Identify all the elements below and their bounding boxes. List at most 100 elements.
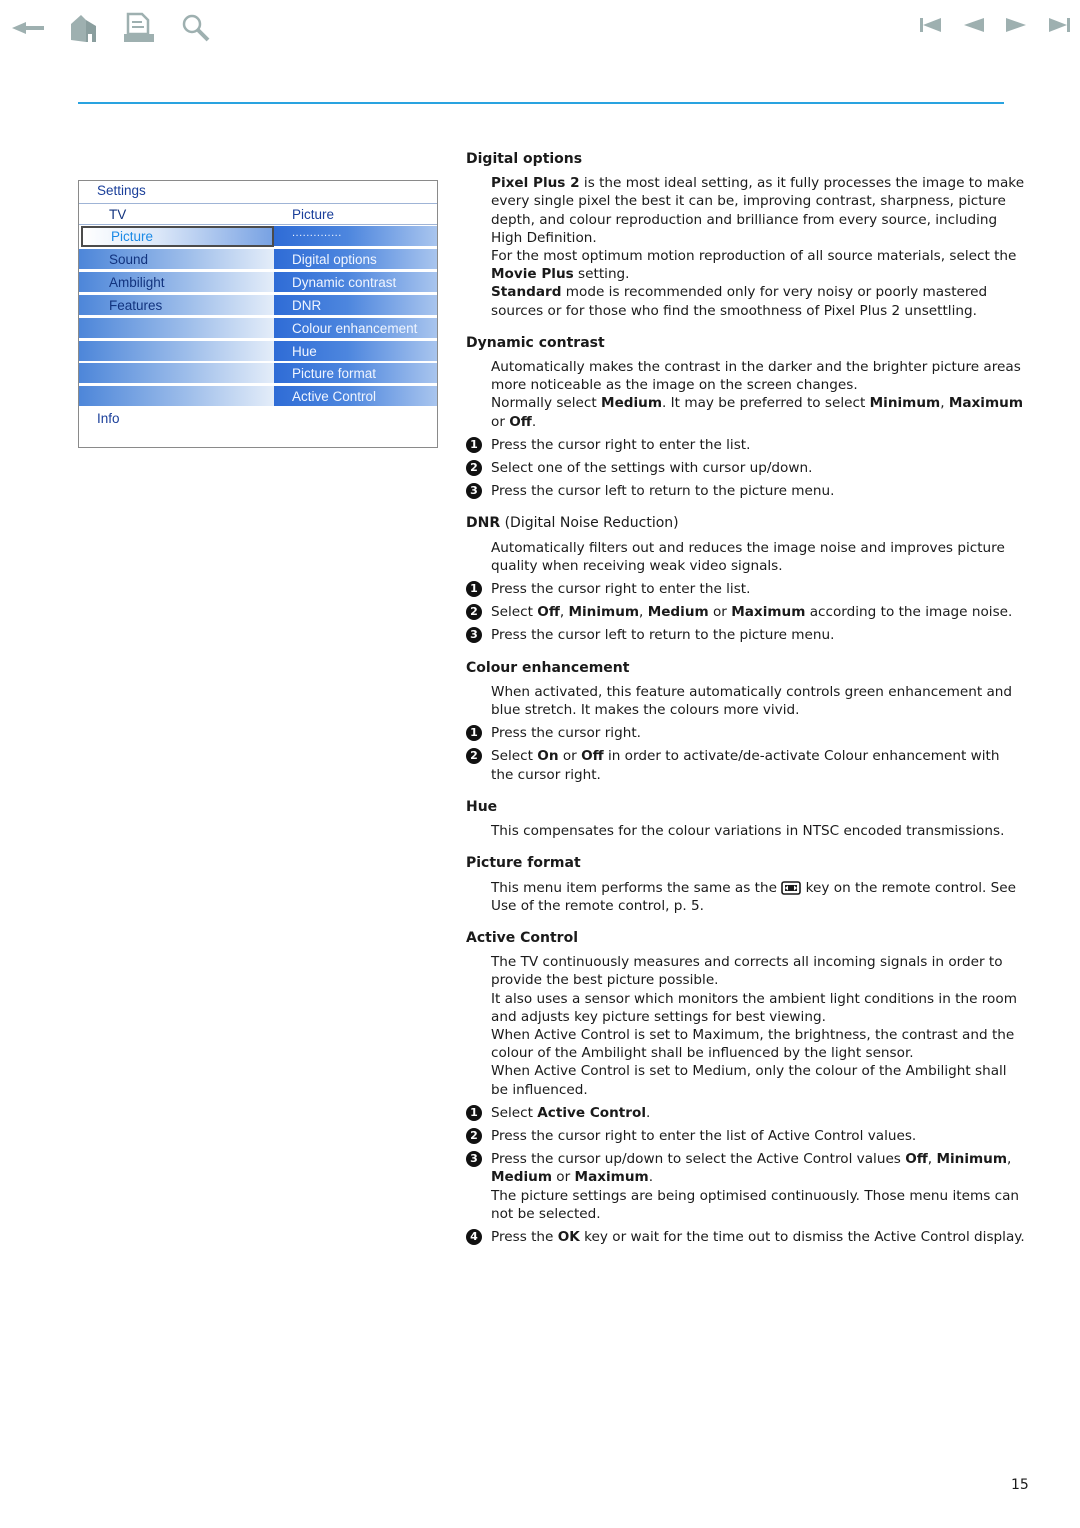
text: according to the image noise.	[805, 604, 1013, 621]
back-arrow-icon[interactable]	[10, 12, 46, 44]
menu-item-empty	[79, 386, 274, 407]
step-number-icon: 1	[466, 436, 482, 453]
menu-row: Picture format	[79, 363, 437, 385]
menu-subitem-label: Colour enhancement	[292, 321, 418, 336]
section-heading: Hue	[466, 798, 498, 815]
bold-term: DNR	[466, 515, 501, 532]
menu-item-label: Picture	[111, 229, 154, 244]
section-heading: Dynamic contrast	[466, 334, 605, 351]
bold-term: Maximum	[948, 395, 1023, 412]
menu-row: Active Control	[79, 386, 437, 408]
text: mode is recommended only for very noisy …	[491, 284, 988, 319]
step-text: Press the cursor right to enter the list…	[491, 581, 751, 598]
next-page-icon[interactable]	[1004, 12, 1028, 44]
text: ,	[559, 604, 569, 621]
menu-subitem-hue[interactable]: Hue	[274, 341, 437, 362]
step: 2 Press the cursor right to enter the lis…	[466, 1127, 1026, 1145]
bold-term: Medium	[647, 604, 709, 621]
menu-item-sound[interactable]: Sound	[79, 249, 274, 270]
section-heading: Active Control	[466, 929, 578, 946]
step-text: Press the cursor left to return to the p…	[491, 483, 835, 500]
paragraph: The TV continuously measures and correct…	[491, 954, 1003, 989]
section-colour-enhancement: Colour enhancement When activated, this …	[466, 659, 1026, 784]
text: . It may be preferred to select	[662, 395, 870, 412]
content-column: Digital options Pixel Plus 2 is the most…	[466, 150, 1026, 1246]
menu-item-label: Ambilight	[109, 275, 165, 290]
search-icon[interactable]	[180, 12, 212, 44]
bold-term: Minimum	[869, 395, 941, 412]
menu-subitem-active-control[interactable]: Active Control	[274, 386, 437, 407]
first-page-icon[interactable]	[918, 12, 944, 44]
menu-subitem-label: ..............	[292, 227, 342, 239]
menu-item-empty	[79, 318, 274, 339]
menu-subitem-label: Digital options	[292, 252, 377, 267]
paragraph: Automatically makes the contrast in the …	[491, 359, 1021, 394]
menu-subitem-dynamic-contrast[interactable]: Dynamic contrast	[274, 272, 437, 293]
text: (Digital Noise Reduction)	[500, 515, 679, 532]
bold-term: Standard	[491, 284, 562, 301]
bold-term: OK	[557, 1228, 580, 1245]
menu-subitem-label: Picture format	[292, 366, 377, 381]
text: or	[708, 604, 732, 621]
section-heading: Colour enhancement	[466, 659, 630, 676]
bold-term: Medium	[601, 395, 663, 412]
section-heading: Picture format	[466, 855, 581, 872]
section-active-control: Active Control The TV continuously measu…	[466, 929, 1026, 1246]
menu-subitem-colour-enhancement[interactable]: Colour enhancement	[274, 318, 437, 339]
menu-row: Picture ..............	[79, 226, 437, 248]
section-heading: DNR (Digital Noise Reduction)	[466, 514, 1026, 532]
bold-term: Off	[905, 1151, 928, 1168]
previous-page-icon[interactable]	[962, 12, 986, 44]
section-dnr: DNR (Digital Noise Reduction) Automatica…	[466, 514, 1026, 644]
paragraph: Standard mode is recommended only for ve…	[491, 283, 1026, 319]
section-picture-format: Picture format This menu item performs t…	[466, 854, 1026, 915]
paragraph: This compensates for the colour variatio…	[491, 823, 1005, 840]
menu-header-tv-label: TV	[109, 207, 127, 222]
bold-term: On	[537, 748, 559, 765]
menu-item-features[interactable]: Features	[79, 295, 274, 316]
menu-row: Hue	[79, 341, 437, 363]
text: This menu item performs the same as the	[491, 879, 782, 896]
step-text: Press the cursor right.	[491, 725, 641, 742]
menu-subitem-picture-format[interactable]: Picture format	[274, 363, 437, 384]
menu-subitem-dnr[interactable]: DNR	[274, 295, 437, 316]
text: ,	[639, 604, 648, 621]
bold-term: Active Control	[537, 1104, 647, 1121]
menu-item-ambilight[interactable]: Ambilight	[79, 272, 274, 293]
section-digital-options: Digital options Pixel Plus 2 is the most…	[466, 150, 1026, 320]
paragraph: For the most optimum motion reproduction…	[491, 247, 1026, 283]
navigation-bar	[0, 0, 1080, 60]
menu-item-picture[interactable]: Picture	[81, 226, 274, 247]
step: 2 Select one of the settings with cursor …	[466, 459, 1026, 477]
menu-header-picture: Picture	[274, 204, 437, 225]
paragraph: It also uses a sensor which monitors the…	[491, 990, 1017, 1025]
bold-term: Off	[581, 748, 604, 765]
step-text: Select one of the settings with cursor u…	[491, 460, 813, 477]
home-icon[interactable]	[68, 12, 98, 44]
last-page-icon[interactable]	[1046, 12, 1072, 44]
text: ,	[1006, 1151, 1012, 1168]
step: 3 Press the cursor left to return to the …	[466, 482, 1026, 500]
step-number-icon: 2	[466, 748, 482, 765]
print-icon[interactable]	[122, 12, 156, 44]
bold-term: Maximum	[574, 1169, 649, 1186]
menu-subitem-digital-options[interactable]: Digital options	[274, 249, 437, 270]
settings-menu: Settings TV Picture Picture ............…	[78, 180, 438, 448]
menu-subitem-label: DNR	[292, 298, 322, 313]
menu-item-label: Features	[109, 298, 163, 313]
step-number-icon: 3	[466, 1151, 482, 1168]
text: Press the cursor up/down to select the A…	[491, 1151, 906, 1168]
text: setting.	[573, 266, 630, 283]
text: .	[648, 1169, 654, 1186]
bold-term: Movie Plus	[491, 266, 574, 283]
text: or	[491, 413, 510, 430]
paragraph: When Active Control is set to Medium, on…	[491, 1063, 1007, 1098]
step-number-icon: 1	[466, 1104, 482, 1121]
step: 2 Select Off, Minimum, Medium or Maximum …	[466, 603, 1026, 621]
paragraph: When activated, this feature automatical…	[491, 683, 1013, 719]
step-number-icon: 2	[466, 604, 482, 621]
step: 1 Press the cursor right to enter the lis…	[466, 580, 1026, 598]
text: ,	[940, 395, 949, 412]
step-text: Press the cursor right to enter the list…	[491, 436, 751, 453]
bold-term: Medium	[491, 1169, 552, 1186]
